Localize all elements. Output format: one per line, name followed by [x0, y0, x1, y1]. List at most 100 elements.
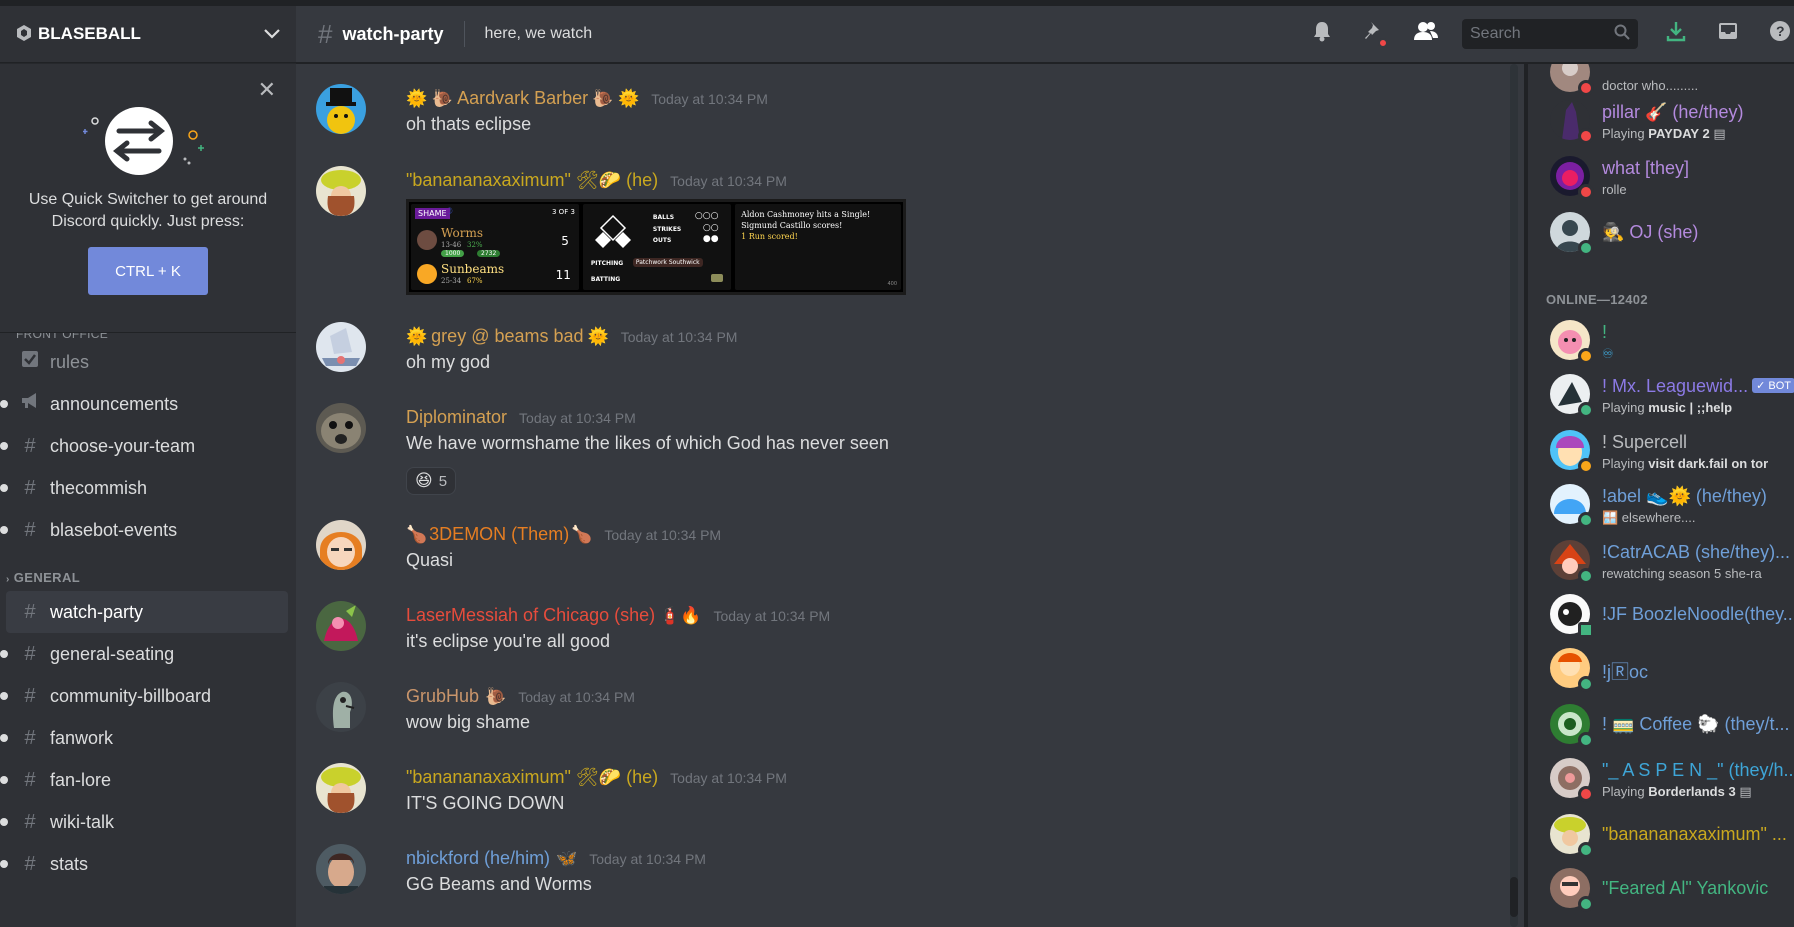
member-row[interactable]: doctor who.........: [1546, 64, 1794, 102]
outs-indicator: ●●: [702, 234, 719, 244]
avatar[interactable]: [316, 403, 366, 453]
username[interactable]: grey @ beams bad: [431, 326, 583, 347]
close-icon[interactable]: ✕: [258, 77, 276, 103]
avatar[interactable]: [316, 682, 366, 732]
username[interactable]: Aardvark Barber: [457, 88, 588, 109]
category-general[interactable]: › GENERAL: [0, 551, 296, 591]
channel-rules[interactable]: rules: [6, 341, 288, 383]
hash-icon: #: [24, 810, 36, 833]
game-log-line: Sigmund Castillo scores!: [741, 221, 843, 230]
server-header[interactable]: BLASEBALL: [0, 6, 296, 63]
channel-thecommish[interactable]: # thecommish: [0, 467, 288, 509]
avatar[interactable]: [316, 844, 366, 894]
online-status-icon: [1578, 240, 1594, 256]
download-icon[interactable]: [1662, 20, 1690, 48]
reaction-button[interactable]: 😆 5: [406, 467, 457, 495]
channel-choose-your-team[interactable]: # choose-your-team: [0, 425, 288, 467]
laughing-emoji-icon: 😆: [415, 471, 433, 490]
username[interactable]: Diplominator: [406, 407, 507, 428]
member-row[interactable]: pillar 🎸 (he/they) Playing PAYDAY 2 ▤: [1546, 100, 1794, 150]
avatar[interactable]: [316, 166, 366, 216]
member-row[interactable]: ! ♾: [1546, 320, 1794, 370]
member-row[interactable]: "_ A S P E N _" (they/h... Playing Borde…: [1546, 758, 1794, 808]
svg-text:?: ?: [1776, 23, 1785, 39]
search-icon: [1614, 24, 1630, 45]
chevron-down-icon[interactable]: [264, 26, 280, 42]
bell-icon[interactable]: [1308, 20, 1336, 48]
channel-wiki-talk[interactable]: # wiki-talk: [0, 801, 288, 843]
member-row[interactable]: ! 🚃 Coffee 🐑 (they/t...: [1546, 704, 1794, 754]
scrollbar-thumb[interactable]: [1510, 877, 1518, 917]
unread-indicator: [0, 400, 8, 408]
channel-fan-lore[interactable]: # fan-lore: [0, 759, 288, 801]
channel-stats[interactable]: # stats: [0, 843, 288, 885]
username[interactable]: LaserMessiah of Chicago (she): [406, 605, 655, 626]
member-row[interactable]: !JF BoozleNoodle(they...: [1546, 594, 1794, 644]
member-row[interactable]: 🕵 OJ (she): [1546, 212, 1794, 262]
member-row[interactable]: "Feared Al" Yankovic: [1546, 868, 1794, 918]
notification-badge: [1378, 38, 1388, 48]
member-row[interactable]: what [they] rolle: [1546, 156, 1794, 206]
quick-switcher-shortcut-button[interactable]: CTRL + K: [88, 247, 208, 295]
dnd-status-icon: [1578, 786, 1594, 802]
username[interactable]: 3DEMON (Them): [429, 524, 569, 545]
away-score: 5: [561, 234, 569, 248]
message-list: 🌞 🐌 Aardvark Barber 🐌 🌞 Today at 10:34 P…: [296, 64, 1524, 927]
channel-fanwork[interactable]: # fanwork: [0, 717, 288, 759]
members-icon[interactable]: [1412, 20, 1440, 48]
member-row[interactable]: ! Mx. Leaguewid... ✓ BOT Playing music | …: [1546, 374, 1794, 424]
search-input[interactable]: [1470, 25, 1614, 43]
avatar[interactable]: [316, 322, 366, 372]
username[interactable]: "banananaxaximum" 🛠🌮 (he): [406, 767, 658, 788]
member-name: !: [1602, 322, 1608, 342]
hash-icon: #: [24, 434, 36, 457]
hash-icon: #: [24, 684, 36, 707]
idle-status-icon: [1578, 348, 1594, 364]
member-name: "_ A S P E N _" (they/h...: [1602, 760, 1794, 780]
moon-icon: ☽: [445, 207, 454, 217]
message: Diplominator Today at 10:34 PM We have w…: [316, 403, 1476, 503]
member-row[interactable]: "banananaxaximum" ...: [1546, 814, 1794, 864]
inbox-icon[interactable]: [1714, 20, 1742, 48]
member-list-scrollbar[interactable]: [1524, 64, 1528, 927]
mobile-status-icon: [1578, 622, 1594, 638]
username[interactable]: "banananaxaximum" 🛠🌮 (he): [406, 170, 658, 191]
channel-blasebot-events[interactable]: # blasebot-events: [0, 509, 288, 551]
avatar[interactable]: [316, 601, 366, 651]
avatar[interactable]: [316, 763, 366, 813]
member-row[interactable]: !CatrACAB (she/they)... rewatching seaso…: [1546, 540, 1794, 590]
avatar[interactable]: [316, 520, 366, 570]
category-front-office[interactable]: FRONT OFFICE: [0, 333, 296, 341]
pitching-label: PITCHING: [590, 260, 624, 267]
search-field[interactable]: [1462, 19, 1638, 49]
member-name: !abel 👟🌞 (he/they): [1602, 486, 1767, 506]
online-status-icon: [1578, 512, 1594, 528]
member-row[interactable]: !j🅁oc: [1546, 648, 1794, 698]
unread-indicator: [0, 692, 8, 700]
hash-icon: #: [318, 18, 333, 49]
balls-label: BALLS: [652, 214, 675, 221]
channel-watch-party[interactable]: # watch-party: [6, 591, 288, 633]
channel-header: # watch-party here, we watch ?: [296, 6, 1794, 63]
channel-community-billboard[interactable]: # community-billboard: [0, 675, 288, 717]
channel-announcements[interactable]: announcements: [0, 383, 288, 425]
away-record: 13-46: [441, 241, 462, 249]
username-prefix-emoji: 🌞: [406, 327, 428, 346]
channel-general-seating[interactable]: # general-seating: [0, 633, 288, 675]
message-text: wow big shame: [406, 712, 531, 732]
message-text: IT'S GOING DOWN: [406, 793, 565, 813]
message-text: Quasi: [406, 550, 454, 570]
member-activity: Playing music | ;;help: [1602, 400, 1733, 415]
avatar[interactable]: [316, 84, 366, 134]
username[interactable]: nbickford (he/him): [406, 848, 550, 869]
help-icon[interactable]: ?: [1766, 20, 1794, 48]
game-image-embed[interactable]: SHAME ☽ 3 OF 3 Worms 13-46 32% 1000 2732…: [406, 199, 906, 295]
member-row[interactable]: ! Supercell Playing visit dark.fail on t…: [1546, 430, 1794, 480]
dnd-status-icon: [1578, 128, 1594, 144]
unread-indicator: [0, 776, 8, 784]
pin-icon[interactable]: [1360, 20, 1388, 48]
message-scrollbar[interactable]: [1510, 64, 1518, 927]
member-row[interactable]: !abel 👟🌞 (he/they) 🪟 elsewhere....: [1546, 484, 1794, 534]
channel-topic[interactable]: here, we watch: [485, 25, 1285, 43]
username[interactable]: GrubHub: [406, 686, 479, 707]
